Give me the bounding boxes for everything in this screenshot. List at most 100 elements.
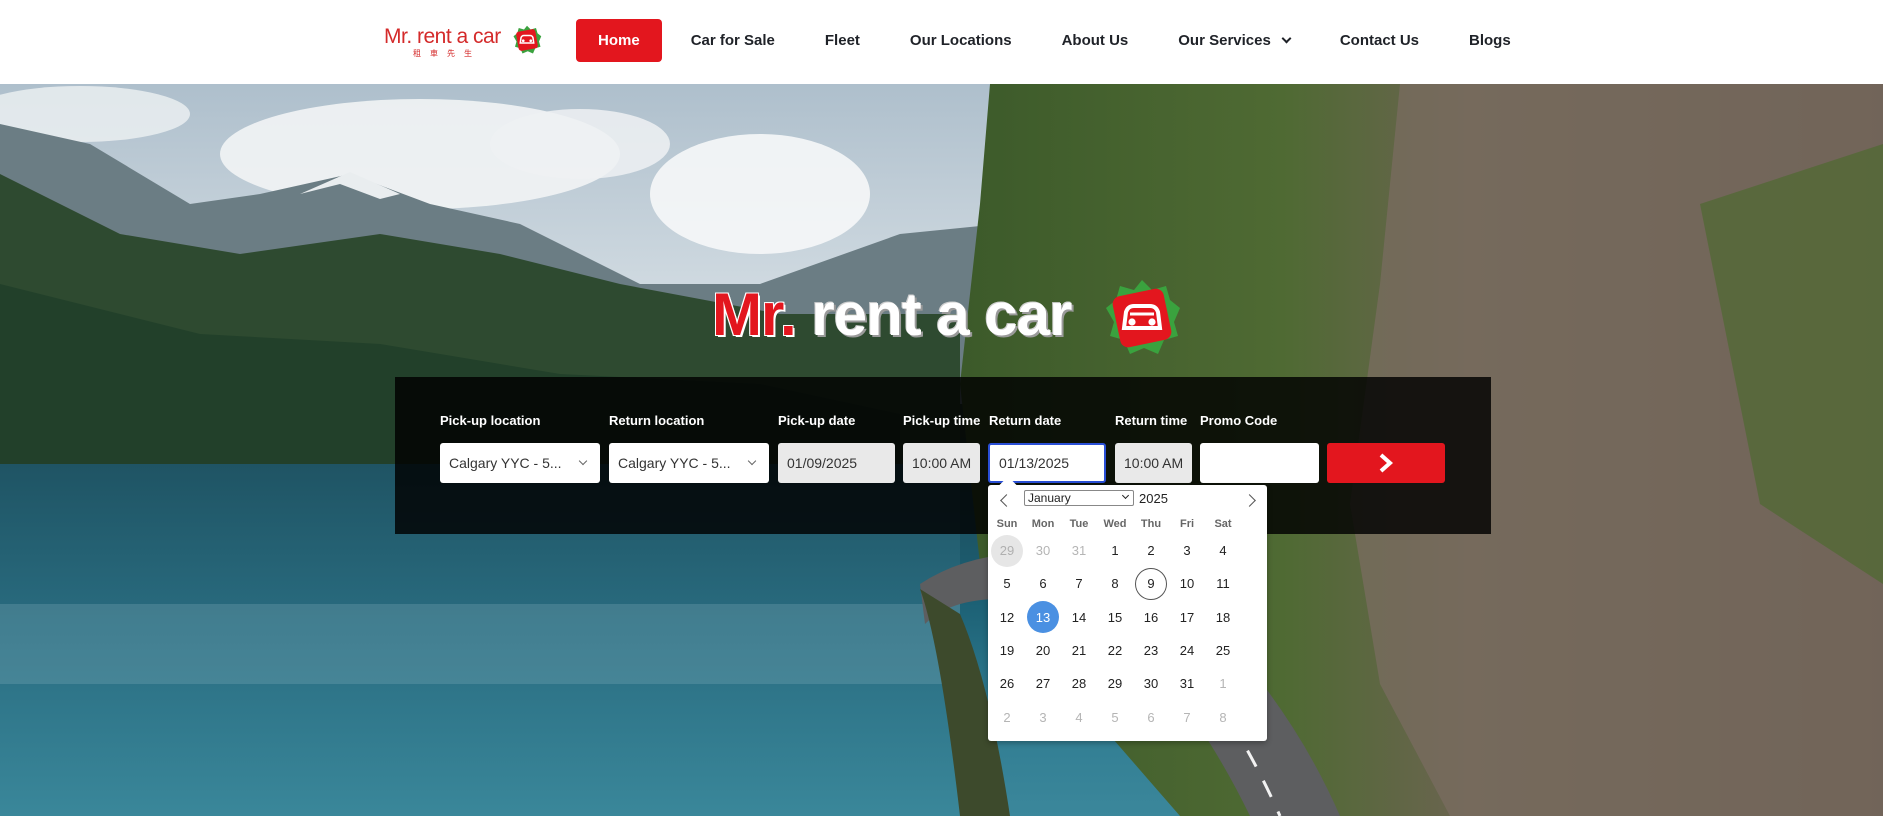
calendar-day-label: 12: [999, 609, 1015, 625]
month-select[interactable]: January: [1024, 490, 1134, 506]
calendar-day[interactable]: 24: [1169, 634, 1205, 667]
calendar-day-label: 28: [1071, 676, 1087, 692]
calendar-day[interactable]: 8: [1205, 701, 1241, 734]
calendar-day[interactable]: 29: [1097, 667, 1133, 700]
nav-home[interactable]: Home: [576, 19, 662, 62]
calendar-day[interactable]: 7: [1061, 567, 1097, 600]
nav-contact-us-label: Contact Us: [1339, 32, 1420, 49]
pickup-time-input[interactable]: 10:00 AM: [903, 443, 980, 483]
calendar-week: 5 6 7 8 9 10 11: [989, 567, 1266, 600]
calendar-day[interactable]: 30: [1025, 534, 1061, 567]
return-location-select[interactable]: Calgary YYC - 5...: [609, 443, 769, 483]
calendar-day-today[interactable]: 9: [1133, 567, 1169, 600]
calendar-day-label: 31: [1179, 676, 1195, 692]
calendar-day-label: 24: [1179, 643, 1195, 659]
calendar-day[interactable]: 22: [1097, 634, 1133, 667]
search-submit-button[interactable]: [1327, 443, 1445, 483]
calendar-day[interactable]: 6: [1025, 567, 1061, 600]
return-time-value: 10:00 AM: [1124, 455, 1184, 471]
calendar-day[interactable]: 19: [989, 634, 1025, 667]
calendar-day[interactable]: 4: [1061, 701, 1097, 734]
calendar-day-label: 1: [1111, 543, 1119, 559]
calendar-day[interactable]: 10: [1169, 567, 1205, 600]
calendar-day-label: 29: [1107, 676, 1123, 692]
nav-contact-us[interactable]: Contact Us: [1315, 19, 1444, 62]
return-location-value: Calgary YYC - 5...: [618, 455, 731, 471]
calendar-week: 26 27 28 29 30 31 1: [989, 667, 1266, 700]
calendar-day[interactable]: 30: [1133, 667, 1169, 700]
pickup-location-label: Pick-up location: [440, 413, 541, 428]
nav-our-services-label: Our Services: [1178, 32, 1271, 49]
weekday-label: Sat: [1214, 518, 1232, 530]
weekday-label: Fri: [1179, 518, 1195, 530]
calendar-grid: Sun Mon Tue Wed Thu Fri Sat 29 30 31 1 2…: [989, 518, 1266, 734]
calendar-day[interactable]: 2: [989, 701, 1025, 734]
nav-our-locations[interactable]: Our Locations: [885, 19, 1037, 62]
calendar-day[interactable]: 5: [1097, 701, 1133, 734]
calendar-day[interactable]: 7: [1169, 701, 1205, 734]
calendar-day-label: 15: [1107, 609, 1123, 625]
calendar-day[interactable]: 20: [1025, 634, 1061, 667]
chevron-left-icon[interactable]: [1000, 494, 1013, 507]
car-badge-icon: [513, 25, 542, 54]
nav-about-us[interactable]: About Us: [1037, 19, 1154, 62]
calendar-day[interactable]: 2: [1133, 534, 1169, 567]
return-location-label: Return location: [609, 413, 705, 428]
calendar-day-label: 8: [1111, 576, 1119, 592]
calendar-day[interactable]: 31: [1061, 534, 1097, 567]
calendar-day-label: 2: [1147, 543, 1155, 559]
return-time-label: Return time: [1115, 413, 1188, 428]
pickup-date-input[interactable]: 01/09/2025: [778, 443, 895, 483]
nav-our-services[interactable]: Our Services: [1153, 19, 1315, 62]
calendar-day[interactable]: 4: [1205, 534, 1241, 567]
calendar-day[interactable]: 3: [1025, 701, 1061, 734]
weekday-label: Sun: [996, 518, 1018, 530]
calendar-day-label: 25: [1215, 643, 1231, 659]
calendar-day[interactable]: 31: [1169, 667, 1205, 700]
calendar-day[interactable]: 21: [1061, 634, 1097, 667]
calendar-day-label: 20: [1035, 643, 1051, 659]
calendar-day[interactable]: 6: [1133, 701, 1169, 734]
site-logo[interactable]: Mr. rent a car 租車先生: [384, 22, 544, 60]
calendar-day-selected[interactable]: 13: [1025, 601, 1061, 634]
pickup-location-select[interactable]: Calgary YYC - 5...: [440, 443, 600, 483]
pickup-time-label: Pick-up time: [903, 413, 981, 428]
calendar-day[interactable]: 8: [1097, 567, 1133, 600]
calendar-day[interactable]: 1: [1205, 667, 1241, 700]
nav-fleet[interactable]: Fleet: [800, 19, 885, 62]
return-time-input[interactable]: 10:00 AM: [1115, 443, 1192, 483]
calendar-day[interactable]: 26: [989, 667, 1025, 700]
calendar-day-label: 21: [1071, 643, 1087, 659]
promo-code-input[interactable]: [1200, 443, 1319, 483]
chevron-right-icon: [1379, 453, 1394, 473]
calendar-day[interactable]: 5: [989, 567, 1025, 600]
calendar-day[interactable]: 23: [1133, 634, 1169, 667]
calendar-day[interactable]: 11: [1205, 567, 1241, 600]
return-datepicker: January 2025 Sun Mon Tue Wed Thu Fri Sat…: [988, 476, 1267, 741]
calendar-week: 2 3 4 5 6 7 8: [989, 700, 1266, 733]
chevron-right-icon[interactable]: [1243, 494, 1256, 507]
calendar-day[interactable]: 16: [1133, 601, 1169, 634]
calendar-day[interactable]: 18: [1205, 601, 1241, 634]
calendar-day[interactable]: 29: [989, 534, 1025, 567]
calendar-day-label: 10: [1179, 576, 1195, 592]
calendar-day[interactable]: 27: [1025, 667, 1061, 700]
calendar-day[interactable]: 14: [1061, 601, 1097, 634]
calendar-day-label: 6: [1039, 576, 1047, 592]
logo-text: Mr. rent a car: [384, 25, 501, 48]
calendar-day[interactable]: 1: [1097, 534, 1133, 567]
calendar-day[interactable]: 17: [1169, 601, 1205, 634]
weekday-label: Mon: [1031, 518, 1055, 530]
pickup-location-value: Calgary YYC - 5...: [449, 455, 562, 471]
calendar-day[interactable]: 25: [1205, 634, 1241, 667]
nav-car-for-sale[interactable]: Car for Sale: [666, 19, 800, 62]
weekday-label: Thu: [1140, 518, 1162, 530]
calendar-day[interactable]: 3: [1169, 534, 1205, 567]
calendar-day-label: 18: [1215, 609, 1231, 625]
calendar-day[interactable]: 15: [1097, 601, 1133, 634]
calendar-day[interactable]: 28: [1061, 667, 1097, 700]
calendar-day[interactable]: 12: [989, 601, 1025, 634]
chevron-down-icon: [747, 456, 757, 466]
hero-logo-rest: rent a car: [795, 281, 1072, 348]
nav-blogs[interactable]: Blogs: [1444, 19, 1536, 62]
